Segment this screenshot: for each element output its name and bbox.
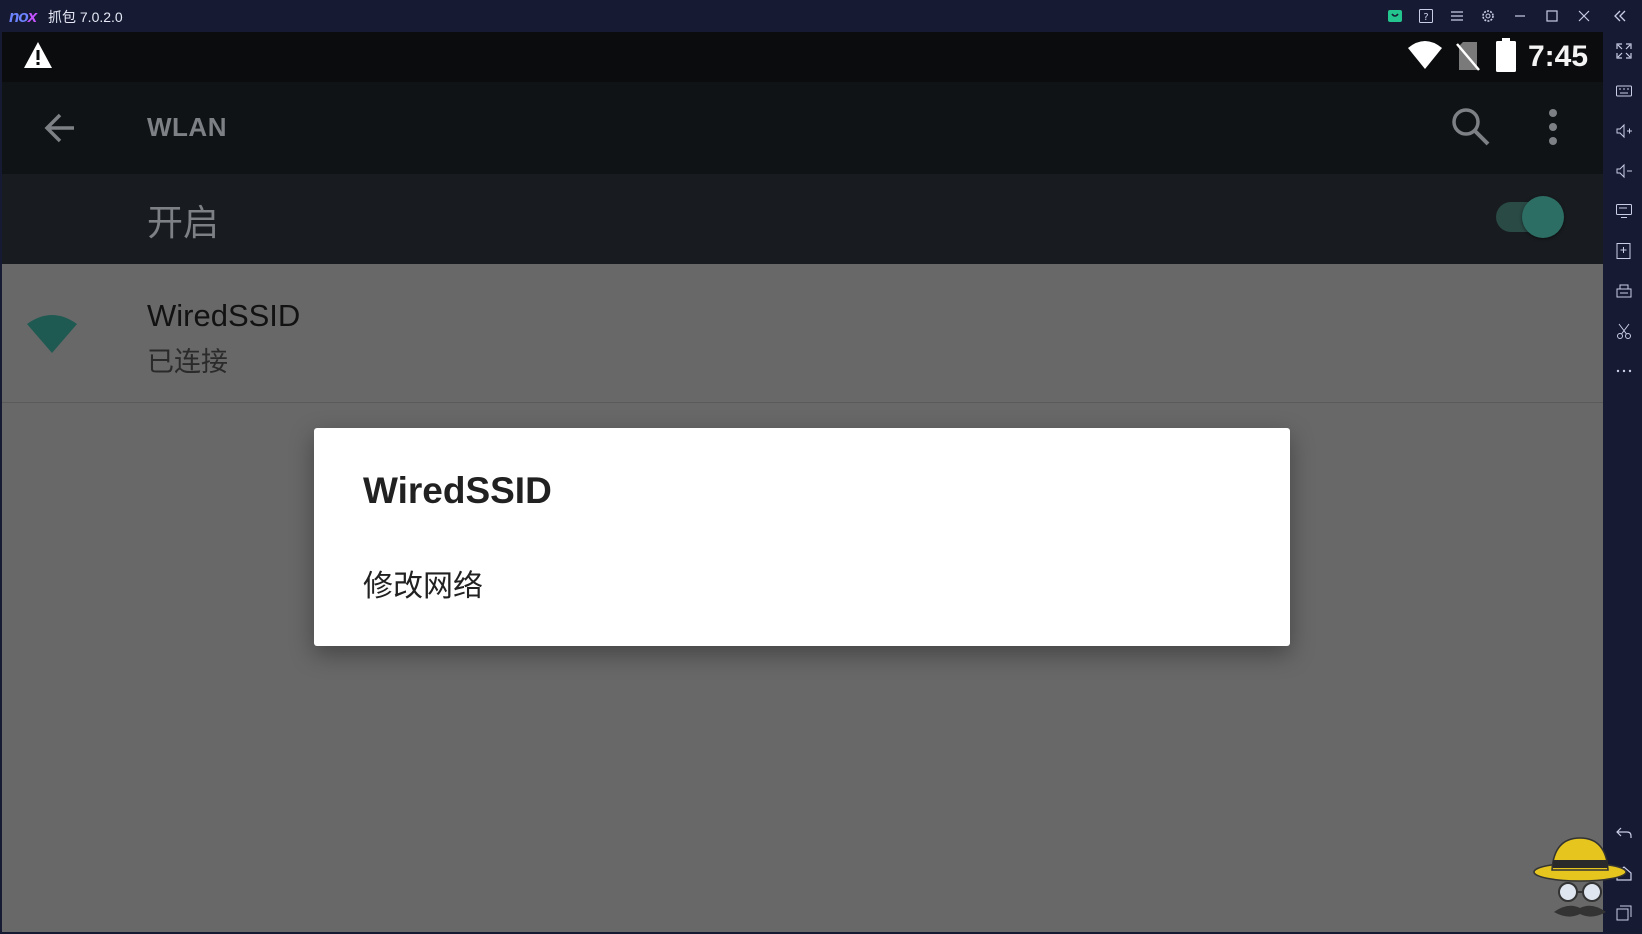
fullscreen-icon[interactable] <box>1615 42 1633 60</box>
app-bar: WLAN <box>2 82 1603 174</box>
screen-icon[interactable] <box>1615 202 1633 220</box>
mascot-assistant[interactable] <box>1532 834 1630 924</box>
battery-icon <box>1496 38 1516 76</box>
wifi-switch-bar[interactable]: 开启 <box>2 174 1603 264</box>
back-arrow-icon[interactable] <box>40 108 80 148</box>
window-title: 抓包 7.0.2.0 <box>48 9 123 25</box>
search-icon[interactable] <box>1450 106 1492 148</box>
wifi-strength-icon <box>26 312 78 358</box>
android-screen: 7:45 WLAN 开启 WiredSSID 已连接 WiredSSID 修改网… <box>2 32 1603 932</box>
menu-icon[interactable] <box>1449 8 1465 24</box>
collapse-icon[interactable] <box>1612 8 1628 24</box>
volume-up-icon[interactable] <box>1615 122 1633 140</box>
wifi-toggle-thumb[interactable] <box>1522 196 1564 238</box>
emulator-toolbar <box>1604 32 1642 934</box>
add-apk-icon[interactable] <box>1615 242 1633 260</box>
wifi-signal-icon <box>1407 40 1443 74</box>
emulator-titlebar: nox 抓包 7.0.2.0 ? <box>0 0 1642 32</box>
close-icon[interactable] <box>1576 8 1592 24</box>
network-ssid: WiredSSID <box>147 298 301 333</box>
wifi-switch-label: 开启 <box>147 203 220 244</box>
warning-icon <box>22 40 54 74</box>
printer-icon[interactable] <box>1615 282 1633 300</box>
modify-network-option[interactable]: 修改网络 <box>363 561 483 605</box>
more-icon[interactable] <box>1615 362 1633 380</box>
shop-icon[interactable] <box>1387 8 1403 24</box>
status-time: 7:45 <box>1527 40 1588 73</box>
settings-icon[interactable] <box>1480 8 1496 24</box>
volume-down-icon[interactable] <box>1615 162 1633 180</box>
svg-text:?: ? <box>1423 12 1428 23</box>
dialog-title: WiredSSID <box>363 470 552 511</box>
keyboard-icon[interactable] <box>1615 82 1633 100</box>
overflow-menu-icon[interactable] <box>1546 106 1560 148</box>
status-bar: 7:45 <box>2 32 1603 82</box>
no-sim-icon <box>1455 40 1481 76</box>
network-status: 已连接 <box>147 347 228 378</box>
minimize-icon[interactable] <box>1512 8 1528 24</box>
nox-logo: nox <box>9 7 37 26</box>
network-list-item[interactable]: WiredSSID 已连接 <box>2 264 1603 403</box>
help-icon[interactable]: ? <box>1418 8 1434 24</box>
network-dialog: WiredSSID 修改网络 <box>314 428 1290 646</box>
maximize-icon[interactable] <box>1544 8 1560 24</box>
page-title: WLAN <box>147 112 227 142</box>
scissors-icon[interactable] <box>1615 322 1633 340</box>
